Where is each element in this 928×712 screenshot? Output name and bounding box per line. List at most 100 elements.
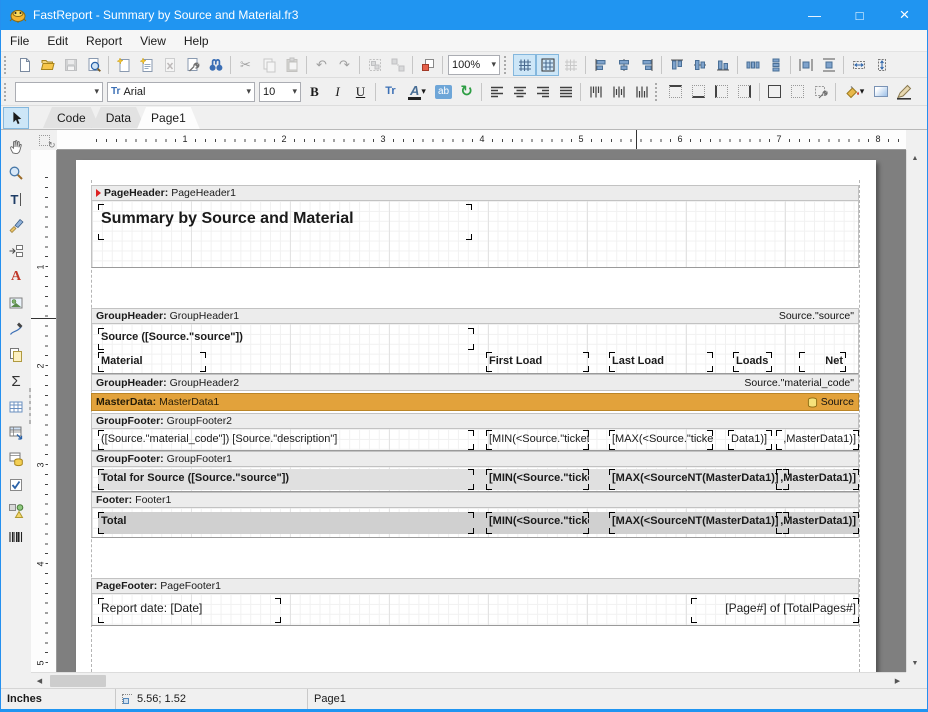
redo-button[interactable]: ↷	[333, 54, 356, 76]
menu-file[interactable]: File	[1, 30, 38, 51]
font-name-select[interactable]: TrArial▾	[107, 82, 255, 102]
tab-code[interactable]: Code	[43, 107, 100, 128]
text-align-right-button[interactable]	[531, 81, 554, 103]
scroll-right-button[interactable]: ▶	[889, 673, 906, 689]
maximize-button[interactable]: □	[837, 0, 882, 30]
subreport-object-button[interactable]	[3, 342, 29, 368]
horizontal-scrollbar[interactable]: ◀ ▶	[31, 672, 906, 688]
fill-color-button[interactable]: ▾	[839, 81, 869, 103]
valign-middle-button[interactable]	[607, 81, 630, 103]
align-centers-button[interactable]	[612, 54, 635, 76]
new-report-button[interactable]	[13, 54, 36, 76]
text-align-left-button[interactable]	[485, 81, 508, 103]
italic-button[interactable]: I	[326, 81, 349, 103]
scroll-up-button[interactable]: ▲	[907, 150, 923, 167]
material-description-object[interactable]: ([Source."material_code"]) [Source."desc…	[98, 430, 474, 450]
align-rights-button[interactable]	[635, 54, 658, 76]
hand-tool-button[interactable]	[3, 134, 29, 160]
band-header-pagefooter1[interactable]: PageFooter:PageFooter1	[91, 578, 859, 594]
same-height-button[interactable]	[870, 54, 893, 76]
min-ticket-object[interactable]: [MIN(<Source."ticket_di	[486, 512, 589, 534]
toolbar-grip[interactable]	[504, 56, 509, 74]
font-color-button[interactable]: Tr	[379, 81, 402, 103]
center-v-in-band-button[interactable]	[817, 54, 840, 76]
band-header-footer1[interactable]: Footer:Footer1	[91, 492, 859, 508]
align-to-grid-button[interactable]	[536, 54, 559, 76]
page-settings-button[interactable]	[181, 54, 204, 76]
band-header-groupfooter2[interactable]: GroupFooter:GroupFooter2	[91, 413, 859, 429]
max-ticket-object[interactable]: [MAX(<Source."ticket_c	[609, 430, 713, 450]
column-header-first-load[interactable]: First Load	[486, 352, 589, 372]
data-object-button[interactable]	[3, 446, 29, 472]
frame-color-button[interactable]	[892, 81, 915, 103]
band-header-groupfooter1[interactable]: GroupFooter:GroupFooter1	[91, 451, 859, 467]
text-align-justify-button[interactable]	[554, 81, 577, 103]
crosstab-object-button[interactable]	[3, 420, 29, 446]
space-vertically-button[interactable]	[764, 54, 787, 76]
size-to-grid-button[interactable]	[559, 54, 582, 76]
total-for-source-object[interactable]: Total for Source ([Source."source"])	[98, 469, 474, 490]
space-horizontally-button[interactable]	[741, 54, 764, 76]
scroll-left-button[interactable]: ◀	[31, 673, 48, 689]
align-lefts-button[interactable]	[589, 54, 612, 76]
count-object[interactable]: Data1)]	[728, 430, 772, 450]
barcode-object-button[interactable]	[3, 524, 29, 550]
font-size-select[interactable]: 10▾	[259, 82, 301, 102]
tab-page1[interactable]: Page1	[137, 107, 200, 129]
preview-button[interactable]	[82, 54, 105, 76]
new-dialog-button[interactable]	[135, 54, 158, 76]
bring-to-front-button[interactable]	[416, 54, 439, 76]
text-editor-tool-button[interactable]: T	[3, 186, 29, 212]
save-report-button[interactable]	[59, 54, 82, 76]
frame-bottom-button[interactable]	[687, 81, 710, 103]
horizontal-scroll-thumb[interactable]	[50, 675, 106, 687]
copy-button[interactable]	[257, 54, 280, 76]
highlight-button[interactable]: ab	[432, 81, 455, 103]
center-h-in-band-button[interactable]	[794, 54, 817, 76]
frame-top-button[interactable]	[664, 81, 687, 103]
report-title-object[interactable]: Summary by Source and Material	[98, 204, 472, 240]
max-count-object[interactable]: [MAX(<SourceNT(MasterData1)]	[609, 469, 789, 490]
valign-bottom-button[interactable]	[630, 81, 653, 103]
tab-data[interactable]: Data	[92, 107, 145, 128]
frame-all-button[interactable]	[763, 81, 786, 103]
delete-page-button[interactable]	[158, 54, 181, 76]
column-header-net[interactable]: Net	[799, 352, 846, 372]
paste-button[interactable]	[280, 54, 303, 76]
bold-button[interactable]: B	[303, 81, 326, 103]
menu-view[interactable]: View	[131, 30, 175, 51]
band-header-groupheader1[interactable]: GroupHeader:GroupHeader1 Source."source"	[91, 308, 859, 324]
system-text-button[interactable]: Σ	[3, 368, 29, 394]
vertical-scrollbar[interactable]: ▲ ▼	[906, 150, 923, 672]
zoom-tool-button[interactable]	[3, 160, 29, 186]
insert-band-button[interactable]	[3, 238, 29, 264]
checkbox-object-button[interactable]	[3, 472, 29, 498]
band-header-pageheader1[interactable]: PageHeader:PageHeader1	[91, 185, 859, 201]
group-button[interactable]	[363, 54, 386, 76]
page-number-object[interactable]: [Page#] of [TotalPages#]	[691, 598, 859, 623]
align-tops-button[interactable]	[665, 54, 688, 76]
menu-help[interactable]: Help	[175, 30, 218, 51]
minimize-button[interactable]: —	[792, 0, 837, 30]
min-ticket-object[interactable]: [MIN(<Source."ticket_di	[486, 430, 589, 450]
background-color-button[interactable]	[869, 81, 892, 103]
align-middles-button[interactable]	[688, 54, 711, 76]
shape-object-button[interactable]	[3, 498, 29, 524]
show-grid-button[interactable]	[513, 54, 536, 76]
cut-button[interactable]: ✂	[234, 54, 257, 76]
undo-button[interactable]: ↶	[310, 54, 333, 76]
scroll-down-button[interactable]: ▼	[907, 655, 923, 672]
toolbar-grip[interactable]	[4, 56, 9, 74]
max-count-object[interactable]: [MAX(<SourceNT(MasterData1)]	[609, 512, 789, 534]
draw-object-button[interactable]	[3, 316, 29, 342]
menu-report[interactable]: Report	[77, 30, 131, 51]
sum-object[interactable]: ,MasterData1)]	[776, 469, 859, 490]
column-header-last-load[interactable]: Last Load	[609, 352, 713, 372]
frame-none-button[interactable]	[786, 81, 809, 103]
open-report-button[interactable]	[36, 54, 59, 76]
menu-edit[interactable]: Edit	[38, 30, 77, 51]
group-label-object[interactable]: Source ([Source."source"])	[98, 328, 474, 350]
zoom-select[interactable]: 100%▾	[448, 55, 500, 75]
column-header-loads[interactable]: Loads	[733, 352, 772, 372]
same-width-button[interactable]	[847, 54, 870, 76]
